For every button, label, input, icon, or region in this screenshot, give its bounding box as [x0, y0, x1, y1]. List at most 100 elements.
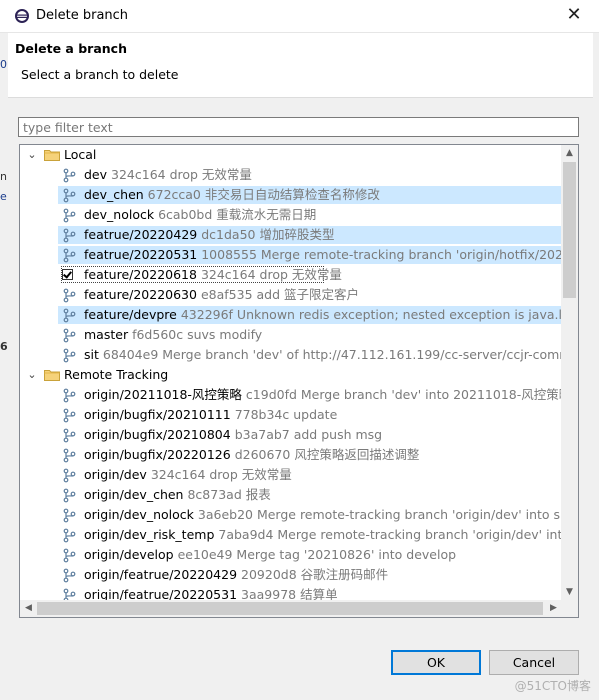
branch-row[interactable]: master f6d560c suvs modify — [20, 325, 562, 345]
filter-input[interactable] — [18, 117, 579, 137]
branch-row[interactable]: origin/bugfix/20210804 b3a7ab7 add push … — [20, 425, 562, 445]
branch-row[interactable]: origin/dev_chen 8c873ad 报表 — [20, 485, 562, 505]
vertical-scroll-thumb[interactable] — [563, 162, 576, 298]
branch-commit: ee10e49 Merge tag '20210826' into develo… — [177, 547, 457, 562]
branch-name: origin/20211018-风控策略 — [84, 387, 242, 402]
branch-row[interactable]: featrue/20220531 1008555 Merge remote-tr… — [20, 245, 562, 265]
branch-commit: f6d560c suvs modify — [132, 327, 263, 342]
branch-row[interactable]: origin/dev_nolock 3a6eb20 Merge remote-t… — [20, 505, 562, 525]
branch-label: featrue/20220531 1008555 Merge remote-tr… — [84, 245, 562, 265]
branch-row[interactable]: featrue/20220429 dc1da50 增加碎股类型 — [20, 225, 562, 245]
branch-icon — [62, 408, 77, 423]
branch-icon — [62, 568, 77, 583]
tree-group-remote-tracking[interactable]: ⌄ Remote Tracking — [20, 365, 562, 385]
scroll-up-icon[interactable]: ▲ — [561, 145, 578, 162]
branch-commit: e8af535 add 篮子限定客户 — [200, 287, 359, 302]
scrollbar-corner — [561, 600, 578, 617]
branch-row[interactable]: dev 324c164 drop 无效常量 — [20, 165, 562, 185]
branch-commit: d260670 风控策略返回描述调整 — [234, 447, 420, 462]
branch-row[interactable]: origin/20211018-风控策略 c19d0fd Merge branc… — [20, 385, 562, 405]
branch-row[interactable]: origin/featrue/20220531 3aa9978 结算单 — [20, 585, 562, 601]
scroll-left-icon[interactable]: ◀ — [20, 600, 37, 617]
scroll-down-icon[interactable]: ▼ — [561, 584, 578, 601]
branch-icon — [62, 248, 77, 263]
dialog-message: Select a branch to delete — [21, 67, 179, 82]
branch-commit: 324c164 drop 无效常量 — [111, 167, 252, 182]
tree-group-local[interactable]: ⌄ Local — [20, 145, 562, 165]
chevron-down-icon[interactable]: ⌄ — [25, 145, 39, 165]
branch-label: origin/dev 324c164 drop 无效常量 — [84, 465, 292, 485]
horizontal-scroll-thumb[interactable] — [37, 602, 543, 615]
branch-name: feature/20220630 — [84, 287, 197, 302]
branch-icon — [62, 308, 77, 323]
branch-icon — [62, 188, 77, 203]
vertical-scrollbar[interactable]: ▲ ▼ — [561, 145, 578, 601]
horizontal-scrollbar[interactable]: ◀ ▶ — [20, 600, 562, 617]
branch-commit: 1008555 Merge remote-tracking branch 'or… — [201, 247, 562, 262]
branch-row[interactable]: origin/dev 324c164 drop 无效常量 — [20, 465, 562, 485]
dialog-heading: Delete a branch — [15, 41, 127, 56]
branch-icon — [62, 208, 77, 223]
branch-label: feature/devpre 432296f Unknown redis exc… — [84, 305, 562, 325]
branch-icon — [62, 428, 77, 443]
branch-row[interactable]: dev_chen 672cca0 非交易日自动结算检查名称修改 — [20, 185, 562, 205]
branch-icon — [62, 388, 77, 403]
branch-row[interactable]: sit 68404e9 Merge branch 'dev' of http:/… — [20, 345, 562, 365]
ok-button[interactable]: OK — [391, 650, 481, 675]
branch-row[interactable]: feature/devpre 432296f Unknown redis exc… — [20, 305, 562, 325]
branch-icon — [62, 508, 77, 523]
branch-row[interactable]: origin/bugfix/20220126 d260670 风控策略返回描述调… — [20, 445, 562, 465]
branch-name: origin/dev_risk_temp — [84, 527, 215, 542]
branch-name: origin/bugfix/20220126 — [84, 447, 231, 462]
branch-label: origin/dev_risk_temp 7aba9d4 Merge remot… — [84, 525, 562, 545]
chevron-down-icon[interactable]: ⌄ — [25, 365, 39, 385]
branch-row[interactable]: origin/featrue/20220429 20920d8 谷歌注册码邮件 — [20, 565, 562, 585]
branch-commit: 432296f Unknown redis exception; nested … — [180, 307, 562, 322]
title-bar: Delete branch ✕ — [0, 0, 599, 33]
backdrop-char: e — [0, 190, 7, 203]
scroll-right-icon[interactable]: ▶ — [545, 600, 562, 617]
backdrop-char: 0 — [0, 58, 7, 71]
branch-label: origin/bugfix/20220126 d260670 风控策略返回描述调… — [84, 445, 419, 465]
branch-tree[interactable]: ⌄ Local dev 324c164 drop 无效常量 dev_chen 672c… — [19, 144, 579, 618]
close-icon[interactable]: ✕ — [563, 4, 585, 26]
branch-commit: 3a6eb20 Merge remote-tracking branch 'or… — [197, 507, 562, 522]
checkbox-checked-icon[interactable] — [62, 269, 73, 280]
branch-commit: 672cca0 非交易日自动结算检查名称修改 — [147, 187, 380, 202]
branch-label: origin/dev_nolock 3a6eb20 Merge remote-t… — [84, 505, 562, 525]
cancel-button[interactable]: Cancel — [489, 650, 579, 675]
branch-icon — [62, 348, 77, 363]
branch-row[interactable]: feature/20220630 e8af535 add 篮子限定客户 — [20, 285, 562, 305]
branch-name: origin/bugfix/20210111 — [84, 407, 231, 422]
branch-label: dev_chen 672cca0 非交易日自动结算检查名称修改 — [84, 185, 380, 205]
branch-name: origin/dev_chen — [84, 487, 184, 502]
branch-commit: 778b34c update — [234, 407, 338, 422]
branch-row[interactable]: feature/20220618 324c164 drop 无效常量 — [20, 265, 562, 285]
branch-commit: 20920d8 谷歌注册码邮件 — [241, 567, 389, 582]
branch-row[interactable]: origin/bugfix/20210111 778b34c update — [20, 405, 562, 425]
branch-row[interactable]: origin/dev_risk_temp 7aba9d4 Merge remot… — [20, 525, 562, 545]
branch-name: feature/devpre — [84, 307, 177, 322]
branch-label: featrue/20220429 dc1da50 增加碎股类型 — [84, 225, 334, 245]
branch-label: feature/20220618 324c164 drop 无效常量 — [84, 265, 342, 285]
branch-row[interactable]: origin/develop ee10e49 Merge tag '202108… — [20, 545, 562, 565]
branch-label: origin/bugfix/20210804 b3a7ab7 add push … — [84, 425, 382, 445]
tree-group-label: Remote Tracking — [64, 367, 169, 382]
branch-icon — [62, 488, 77, 503]
branch-icon — [62, 228, 77, 243]
branch-label: origin/dev_chen 8c873ad 报表 — [84, 485, 271, 505]
dialog-header: Delete a branch Select a branch to delet… — [8, 33, 593, 98]
branch-commit: 68404e9 Merge branch 'dev' of http://47.… — [102, 347, 562, 362]
branch-row[interactable]: dev_nolock 6cab0bd 重载流水无需日期 — [20, 205, 562, 225]
branch-commit: b3a7ab7 add push msg — [234, 427, 383, 442]
branch-icon — [62, 448, 77, 463]
branch-icon — [62, 328, 77, 343]
branch-name: origin/dev_nolock — [84, 507, 194, 522]
branch-name: featrue/20220531 — [84, 247, 198, 262]
branch-icon — [62, 528, 77, 543]
folder-icon — [44, 149, 60, 161]
eclipse-icon — [14, 8, 30, 24]
branch-name: sit — [84, 347, 99, 362]
branch-label: origin/20211018-风控策略 c19d0fd Merge branc… — [84, 385, 562, 405]
branch-name: master — [84, 327, 129, 342]
